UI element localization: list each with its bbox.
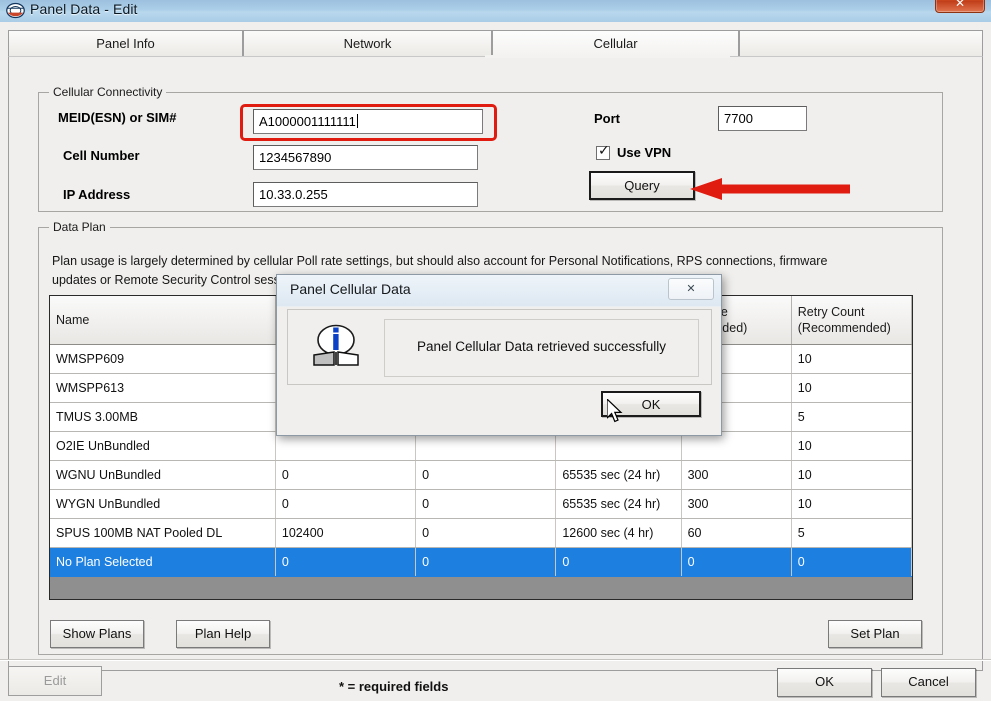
data-plan-legend: Data Plan — [49, 220, 110, 234]
tab-cellular[interactable]: Cellular — [492, 30, 739, 56]
col-header-retry-count[interactable]: Retry Count (Recommended) — [791, 296, 912, 345]
use-vpn-checkbox[interactable] — [596, 143, 610, 160]
cellular-connectivity-legend: Cellular Connectivity — [49, 85, 167, 99]
table-cell-name: No Plan Selected — [50, 547, 276, 577]
ip-address-input[interactable]: 10.33.0.255 — [253, 182, 478, 207]
table-filler-row — [50, 576, 912, 599]
cell-number-input[interactable]: 1234567890 — [253, 145, 478, 170]
table-cell-retry: 0 — [791, 547, 912, 577]
table-cell-c1: 102400 — [275, 518, 417, 548]
table-row[interactable]: SPUS 100MB NAT Pooled DL 102400 0 12600 sec… — [50, 518, 912, 548]
text-caret — [356, 114, 358, 128]
table-row[interactable]: WGNU UnBundled 0 0 65535 sec (24 hr) 300 10 — [50, 460, 912, 490]
table-cell-retry: 5 — [791, 518, 912, 548]
dialog-message-box: Panel Cellular Data retrieved successful… — [384, 319, 699, 377]
table-cell-name: SPUS 100MB NAT Pooled DL — [50, 518, 276, 548]
tab-network[interactable]: Network — [243, 30, 492, 56]
info-icon — [313, 324, 359, 366]
table-cell-c2: 0 — [415, 460, 557, 490]
table-cell-retry: 10 — [791, 460, 912, 490]
ok-button[interactable]: OK — [777, 668, 872, 697]
active-tab-seam — [485, 55, 730, 58]
data-plan-description-line1: Plan usage is largely determined by cell… — [52, 254, 828, 268]
table-cell-c3: 12600 sec (4 hr) — [555, 518, 682, 548]
col-header-retry-l2: (Recommended) — [797, 321, 891, 335]
table-cell-c4: 0 — [681, 547, 792, 577]
close-icon: ✕ — [954, 0, 966, 10]
dialog-title: Panel Cellular Data — [290, 281, 411, 297]
table-cell-retry: 10 — [791, 344, 912, 374]
meid-input-value: A1000001111111 — [259, 114, 356, 129]
set-plan-button[interactable]: Set Plan — [828, 620, 922, 648]
meid-input[interactable]: A1000001111111 — [253, 109, 483, 134]
table-cell-c4: 300 — [681, 460, 792, 490]
ip-address-label: IP Address — [63, 187, 131, 202]
table-cell-c2: 0 — [415, 489, 557, 519]
meid-label: MEID(ESN) or SIM# — [58, 110, 177, 125]
table-cell-name: O2IE UnBundled — [50, 431, 276, 461]
cell-number-label: Cell Number — [63, 148, 140, 163]
panel-cellular-data-dialog: Panel Cellular Data ✕ Panel Cellular Dat… — [276, 274, 722, 436]
table-cell-c1: 0 — [275, 547, 417, 577]
show-plans-button[interactable]: Show Plans — [50, 620, 144, 648]
col-header-retry-l1: Retry Count — [797, 305, 865, 319]
table-cell-retry: 10 — [791, 431, 912, 461]
table-cell-retry: 10 — [791, 373, 912, 403]
table-cell-name: TMUS 3.00MB — [50, 402, 276, 432]
mouse-cursor-icon — [607, 399, 623, 423]
table-cell-retry: 10 — [791, 489, 912, 519]
table-row[interactable]: WYGN UnBundled 0 0 65535 sec (24 hr) 300 10 — [50, 489, 912, 519]
tabstrip: Panel Info Network Cellular — [8, 30, 983, 57]
table-cell-retry: 5 — [791, 402, 912, 432]
table-empty-space — [50, 576, 912, 599]
window-title: Panel Data - Edit — [30, 1, 138, 17]
table-row[interactable]: No Plan Selected 0 0 0 0 0 — [50, 547, 912, 577]
dialog-message: Panel Cellular Data retrieved successful… — [416, 339, 667, 354]
cancel-button[interactable]: Cancel — [881, 668, 976, 697]
rps-logo-icon — [6, 2, 25, 19]
table-cell-c4: 300 — [681, 489, 792, 519]
table-cell-name: WGNU UnBundled — [50, 460, 276, 490]
table-cell-c2: 0 — [415, 547, 557, 577]
table-cell-c1: 0 — [275, 460, 417, 490]
col-header-name[interactable]: Name — [50, 296, 276, 345]
table-cell-c2: 0 — [415, 518, 557, 548]
dialog-close-button[interactable]: ✕ — [668, 278, 714, 300]
table-cell-c3: 65535 sec (24 hr) — [555, 460, 682, 490]
required-fields-note: * = required fields — [339, 679, 449, 694]
window-titlebar: Panel Data - Edit ✕ — [0, 0, 991, 23]
dialog-content-panel: Panel Cellular Data retrieved successful… — [287, 309, 712, 385]
use-vpn-label: Use VPN — [617, 145, 672, 160]
plan-help-button[interactable]: Plan Help — [176, 620, 270, 648]
table-cell-c1: 0 — [275, 489, 417, 519]
window-close-button[interactable]: ✕ — [935, 0, 985, 13]
table-cell-c3: 0 — [555, 547, 682, 577]
port-label: Port — [594, 111, 620, 126]
table-cell-c3: 65535 sec (24 hr) — [555, 489, 682, 519]
query-button[interactable]: Query — [589, 171, 695, 200]
dialog-titlebar: Panel Cellular Data ✕ — [277, 275, 721, 307]
footer-divider-highlight — [0, 660, 991, 661]
tabstrip-filler — [739, 30, 983, 56]
table-cell-name: WYGN UnBundled — [50, 489, 276, 519]
table-cell-name: WMSPP609 — [50, 344, 276, 374]
table-cell-c4: 60 — [681, 518, 792, 548]
tab-panel-info[interactable]: Panel Info — [8, 30, 243, 56]
panel-data-edit-window: Panel Data - Edit ✕ Panel Info Network C… — [0, 0, 991, 701]
query-pointer-arrow — [690, 178, 850, 200]
table-cell-name: WMSPP613 — [50, 373, 276, 403]
edit-button: Edit — [8, 666, 102, 696]
port-input[interactable]: 7700 — [718, 106, 807, 131]
